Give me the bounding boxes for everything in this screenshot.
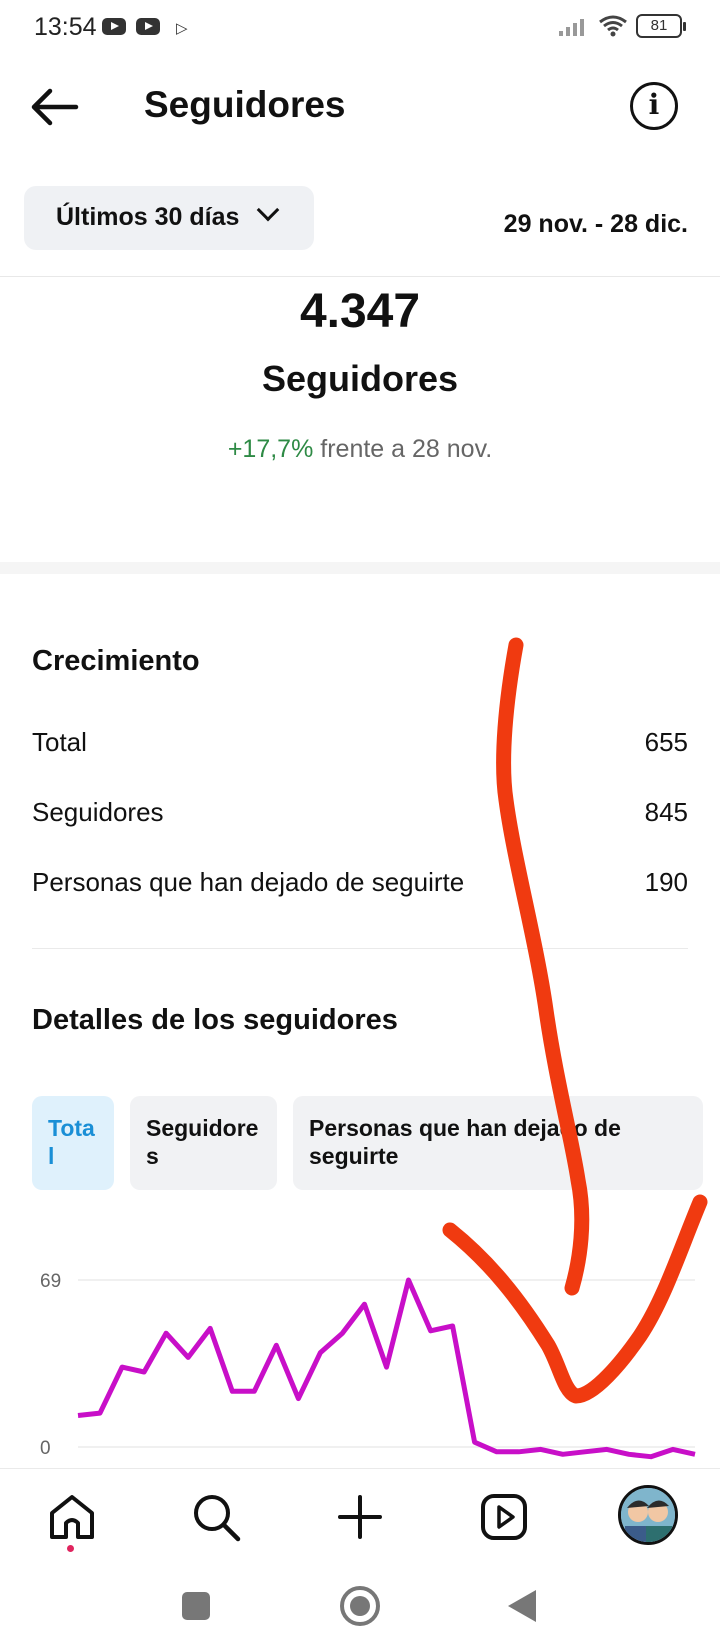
tab-total[interactable]: Tota l bbox=[32, 1096, 114, 1190]
avatar-image bbox=[621, 1488, 675, 1542]
tab-followers-label: Seguidore s bbox=[146, 1115, 259, 1169]
follower-change: +17,7% frente a 28 nov. bbox=[0, 435, 720, 464]
follower-count-label: Seguidores bbox=[261, 358, 459, 399]
play-store-notification-icon: ▷ bbox=[176, 20, 188, 37]
follower-count: 4.347 bbox=[299, 285, 421, 338]
tab-unfollowers-label: Personas que han dejado de seguirte bbox=[309, 1115, 621, 1169]
series-line bbox=[77, 1277, 696, 1460]
change-reference: frente a 28 nov. bbox=[320, 435, 493, 463]
page-title: Seguidores bbox=[144, 84, 346, 125]
period-dropdown-label: Últimos 30 días bbox=[56, 203, 240, 231]
y-tick-label: 69 bbox=[40, 1271, 61, 1292]
chevron-down-icon bbox=[256, 198, 280, 222]
info-icon[interactable]: i bbox=[630, 82, 678, 130]
search-icon[interactable] bbox=[188, 1489, 244, 1545]
recents-icon[interactable] bbox=[182, 1592, 210, 1620]
growth-title: Crecimiento bbox=[32, 645, 200, 677]
status-time: 13:54 bbox=[34, 13, 97, 41]
growth-row-label: Personas que han dejado de seguirte bbox=[32, 867, 465, 897]
divider bbox=[32, 948, 688, 949]
home-icon[interactable] bbox=[44, 1489, 100, 1545]
youtube-notification-icon bbox=[102, 18, 126, 35]
followers-line-chart: 69 0 bbox=[40, 1271, 696, 1460]
reels-icon[interactable] bbox=[476, 1489, 532, 1545]
date-range: 29 nov. - 28 dic. bbox=[503, 210, 688, 238]
growth-row-value: 655 bbox=[644, 727, 688, 757]
profile-avatar[interactable] bbox=[618, 1485, 678, 1545]
tab-followers[interactable]: Seguidore s bbox=[130, 1096, 277, 1190]
status-bar: 13:54 ▷ 81 bbox=[0, 0, 720, 56]
signal-icon bbox=[559, 19, 584, 36]
tab-total-label: Tota l bbox=[48, 1115, 95, 1169]
section-separator bbox=[0, 562, 720, 574]
growth-row-value: 190 bbox=[644, 867, 688, 897]
battery-indicator: 81 bbox=[636, 14, 686, 38]
divider bbox=[0, 276, 720, 277]
system-back-icon[interactable] bbox=[508, 1590, 536, 1622]
top-bar: Seguidores i bbox=[0, 64, 720, 148]
growth-row-label: Seguidores bbox=[32, 797, 164, 827]
change-percent: +17,7% bbox=[227, 435, 314, 463]
create-icon[interactable] bbox=[332, 1489, 388, 1545]
system-navigation bbox=[0, 1562, 720, 1650]
system-home-icon[interactable] bbox=[340, 1586, 380, 1626]
growth-row-label: Total bbox=[32, 727, 87, 757]
wifi-icon bbox=[599, 15, 627, 37]
growth-row-value: 845 bbox=[644, 797, 688, 827]
tab-unfollowers[interactable]: Personas que han dejado de seguirte bbox=[293, 1096, 703, 1190]
y-tick-label: 0 bbox=[40, 1438, 51, 1459]
youtube-notification-icon bbox=[136, 18, 160, 35]
period-dropdown[interactable]: Últimos 30 días bbox=[24, 186, 314, 250]
back-arrow-icon[interactable] bbox=[28, 82, 80, 132]
notification-dot bbox=[67, 1545, 74, 1552]
details-title: Detalles de los seguidores bbox=[32, 1004, 398, 1036]
bottom-navigation bbox=[0, 1468, 720, 1558]
